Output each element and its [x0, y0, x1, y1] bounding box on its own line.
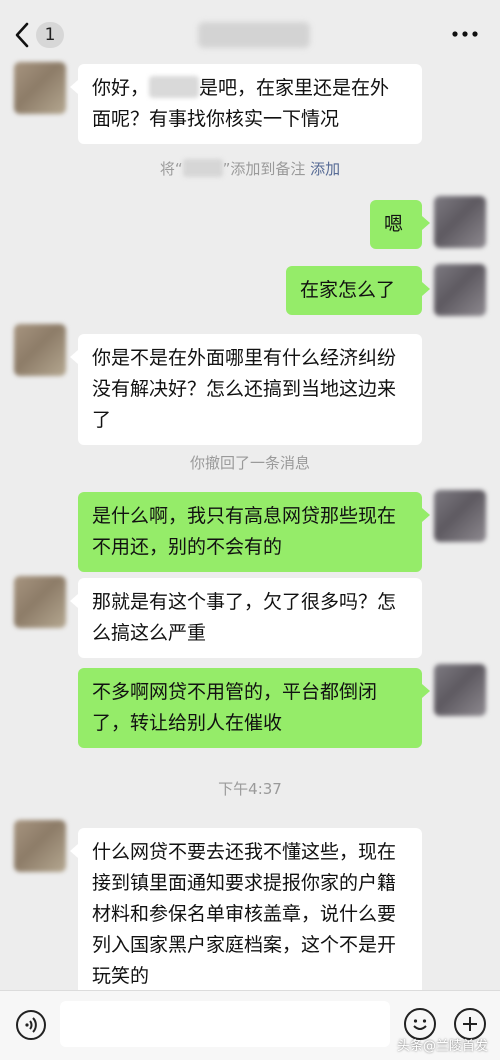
my-avatar[interactable] [434, 196, 486, 248]
contact-avatar[interactable] [14, 576, 66, 628]
message-text: 什么网贷不要去还我不懂这些，现在接到镇里面通知要求提报你家的户籍材料和参保名单审… [92, 841, 397, 987]
watermark: 头条@兰陵首发 [396, 1039, 488, 1054]
redacted-name [182, 159, 223, 177]
message-bubble-outgoing[interactable]: 在家怎么了 [286, 266, 430, 315]
system-notice-recalled: 你撤回了一条消息 [189, 454, 310, 472]
message-text: 那就是有这个事了，欠了很多吗？怎么搞这么严重 [92, 591, 397, 644]
message-input[interactable] [60, 1001, 390, 1047]
message-bubble-incoming[interactable]: 你好， 是吧，在家里还是在外面呢？有事找你核实一下情况 [70, 64, 422, 144]
my-avatar[interactable] [434, 264, 486, 316]
my-avatar[interactable] [434, 490, 486, 542]
message-bubble-incoming[interactable]: 那就是有这个事了，欠了很多吗？怎么搞这么严重 [70, 578, 422, 658]
more-dots-icon[interactable] [450, 24, 480, 44]
message-text: 是什么啊，我只有高息网贷那些现在不用还，别的不会有的 [92, 505, 397, 558]
message-text: 不多啊网贷不用管的，平台都倒闭了，转让给别人在催收 [92, 681, 378, 734]
redacted-name [149, 76, 200, 98]
message-bubble-incoming[interactable]: 什么网贷不要去还我不懂这些，现在接到镇里面通知要求提报你家的户籍材料和参保名单审… [70, 828, 422, 1001]
message-text: 你好， [92, 77, 150, 99]
unread-count-badge: 1 [36, 22, 64, 48]
back-button[interactable]: 1 [14, 18, 74, 52]
add-remark-link[interactable]: 添加 [310, 160, 340, 178]
system-notice-remark: 将“ ”添加到备注 添加 [159, 159, 341, 178]
back-arrow-icon [15, 22, 29, 48]
chat-title-redacted [198, 22, 310, 48]
message-text: 嗯 [384, 213, 404, 235]
message-text: 你是不是在外面哪里有什么经济纠纷没有解决好？怎么还搞到当地这边来了 [92, 347, 397, 431]
message-bubble-outgoing[interactable]: 不多啊网贷不用管的，平台都倒闭了，转让给别人在催收 [78, 668, 430, 748]
message-text: 在家怎么了 [300, 279, 396, 301]
message-bubble-outgoing[interactable]: 嗯 [370, 200, 430, 249]
contact-avatar[interactable] [14, 62, 66, 114]
message-bubble-incoming[interactable]: 你是不是在外面哪里有什么经济纠纷没有解决好？怎么还搞到当地这边来了 [70, 334, 422, 445]
voice-icon[interactable] [16, 1010, 46, 1040]
timestamp: 下午4:37 [218, 780, 282, 798]
contact-avatar[interactable] [14, 820, 66, 872]
my-avatar[interactable] [434, 664, 486, 716]
chat-header: 1 [0, 0, 500, 66]
message-bubble-outgoing[interactable]: 是什么啊，我只有高息网贷那些现在不用还，别的不会有的 [78, 492, 430, 572]
contact-avatar[interactable] [14, 324, 66, 376]
